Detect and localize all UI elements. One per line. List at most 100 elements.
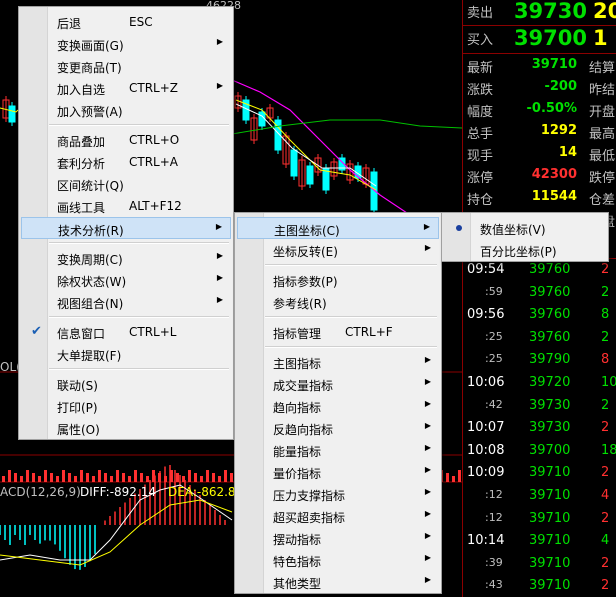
- tick-row: :25 39790 8: [463, 349, 616, 371]
- volume-bar: [62, 470, 65, 482]
- menu-item[interactable]: 超买超卖指标 ▶: [237, 505, 439, 527]
- panel-divider: [463, 25, 616, 26]
- menu-item[interactable]: 视图组合(N) ▶: [21, 291, 231, 313]
- menu-item[interactable]: 趋向指标 ▶: [237, 395, 439, 417]
- stat-extra-label: 开盘: [589, 105, 616, 120]
- tick-price: 39760: [529, 262, 571, 277]
- menu-item[interactable]: 主图坐标(C) ▶: [237, 217, 439, 239]
- menu-item[interactable]: 其他类型 ▶: [237, 571, 439, 593]
- volume-bar: [20, 476, 23, 482]
- tick-volume: 18: [601, 442, 616, 458]
- menu-item[interactable]: 后退 ESC: [21, 11, 231, 33]
- menu-item-label: 成交量指标: [273, 379, 334, 393]
- menu-item[interactable]: 主图指标 ▶: [237, 351, 439, 373]
- volume-bar: [14, 473, 17, 482]
- stat-extra-label: 跌停: [589, 171, 616, 186]
- menu-item-label: 变换周期(C): [57, 253, 123, 267]
- menu-item-label: 加入自选: [57, 83, 106, 97]
- volume-bar: [8, 470, 11, 482]
- menu-item-label: 联动(S): [57, 379, 98, 393]
- volume-bar: [86, 473, 89, 482]
- menu-item[interactable]: 成交量指标 ▶: [237, 373, 439, 395]
- menu-item-label: 技术分析(R): [58, 224, 124, 238]
- stat-label: 幅度: [467, 105, 494, 120]
- menu-item[interactable]: 数值坐标(V): [444, 217, 606, 239]
- menu-item[interactable]: 能量指标 ▶: [237, 439, 439, 461]
- menu-item[interactable]: 商品叠加 CTRL+O: [21, 129, 231, 151]
- tick-price: 39710: [529, 533, 571, 549]
- stat-extra-label: 仓差: [589, 193, 616, 208]
- quote-row-top: 卖出 39730 20: [463, 0, 616, 26]
- technical-analysis-submenu: 主图坐标(C) ▶ 坐标反转(E) ▶ 指标参数(P) 参考线(R) 指标管理 CTRL+F 主…: [234, 212, 442, 594]
- menu-item[interactable]: 加入自选 CTRL+Z ▶: [21, 77, 231, 99]
- tick-price: 39760: [529, 329, 571, 345]
- triangle-right-icon: ▶: [216, 37, 223, 46]
- triangle-right-icon: ▶: [424, 243, 431, 252]
- tick-time: :25: [485, 352, 503, 366]
- volume-bar: [452, 476, 455, 482]
- menu-item[interactable]: 除权状态(W) ▶: [21, 269, 231, 291]
- triangle-right-icon: ▶: [424, 399, 431, 408]
- menu-item[interactable]: 反趋向指标 ▶: [237, 417, 439, 439]
- volume-bar: [212, 473, 215, 482]
- menu-item[interactable]: 大单提取(F): [21, 343, 231, 365]
- menu-item[interactable]: 画线工具 ALT+F12: [21, 195, 231, 217]
- menu-item-shortcut: CTRL+F: [345, 325, 393, 339]
- menu-item-label: 指标参数(P): [273, 275, 338, 289]
- volume-bar: [188, 470, 191, 482]
- tick-time: 10:07: [467, 420, 505, 436]
- menu-item[interactable]: ✔ 信息窗口 CTRL+L: [21, 321, 231, 343]
- triangle-right-icon: ▶: [424, 355, 431, 364]
- quote-label: 买入: [467, 33, 494, 48]
- menu-item[interactable]: 变更商品(T): [21, 55, 231, 77]
- stat-value: 42300: [531, 167, 577, 182]
- menu-item[interactable]: 特色指标 ▶: [237, 549, 439, 571]
- tick-row: 10:09 39710 2: [463, 462, 616, 484]
- menu-item[interactable]: 百分比坐标(P): [444, 239, 606, 261]
- tick-volume: 2: [601, 510, 610, 526]
- menu-item[interactable]: 压力支撑指标 ▶: [237, 483, 439, 505]
- coordinate-submenu: 数值坐标(V) 百分比坐标(P): [441, 212, 609, 262]
- menu-item[interactable]: 打印(P): [21, 395, 231, 417]
- menu-item[interactable]: 变换周期(C) ▶: [21, 247, 231, 269]
- tick-price: 39710: [529, 510, 571, 526]
- radio-dot-icon: [456, 225, 462, 231]
- tick-time: 10:06: [467, 375, 505, 390]
- tick-price: 39710: [529, 488, 571, 503]
- menu-item[interactable]: 套利分析 CTRL+A: [21, 151, 231, 173]
- volume-bar: [110, 476, 113, 482]
- menu-item[interactable]: 技术分析(R) ▶: [21, 217, 231, 239]
- tick-volume: 2: [601, 555, 610, 571]
- menu-item[interactable]: 参考线(R): [237, 291, 439, 313]
- menu-item-label: 量价指标: [273, 467, 322, 481]
- menu-item[interactable]: 指标管理 CTRL+F: [237, 321, 439, 343]
- tick-volume: 2: [601, 397, 610, 413]
- stat-extra-label: 最低: [589, 149, 616, 164]
- menu-item[interactable]: 联动(S): [21, 373, 231, 395]
- menu-item[interactable]: 量价指标 ▶: [237, 461, 439, 483]
- tick-price: 39730: [529, 420, 571, 436]
- menu-item-label: 特色指标: [273, 555, 322, 569]
- tick-time: :39: [485, 555, 503, 569]
- menu-item-label: 参考线(R): [273, 297, 327, 311]
- menu-item[interactable]: 加入预警(A): [21, 99, 231, 121]
- volume-bar: [2, 476, 5, 482]
- volume-bar: [56, 476, 59, 482]
- menu-item[interactable]: 摆动指标 ▶: [237, 527, 439, 549]
- quote-stat-row: 幅度 -0.50% 开盘: [463, 99, 616, 121]
- menu-item[interactable]: 坐标反转(E) ▶: [237, 239, 439, 261]
- tick-time: 09:54: [467, 262, 505, 277]
- menu-item[interactable]: 属性(O): [21, 417, 231, 439]
- tick-row: :39 39710 2: [463, 553, 616, 575]
- menu-item[interactable]: 变换画面(G) ▶: [21, 33, 231, 55]
- menu-item-shortcut: ALT+F12: [129, 199, 182, 213]
- volume-bar: [134, 470, 137, 482]
- menu-item-label: 其他类型: [273, 577, 322, 591]
- menu-separator: [49, 368, 229, 370]
- volume-bar: [38, 476, 41, 482]
- tick-volume: 2: [601, 329, 610, 345]
- tick-time: :12: [485, 488, 503, 501]
- menu-item[interactable]: 指标参数(P): [237, 269, 439, 291]
- menu-item[interactable]: 区间统计(Q): [21, 173, 231, 195]
- candle-body: [8, 105, 16, 123]
